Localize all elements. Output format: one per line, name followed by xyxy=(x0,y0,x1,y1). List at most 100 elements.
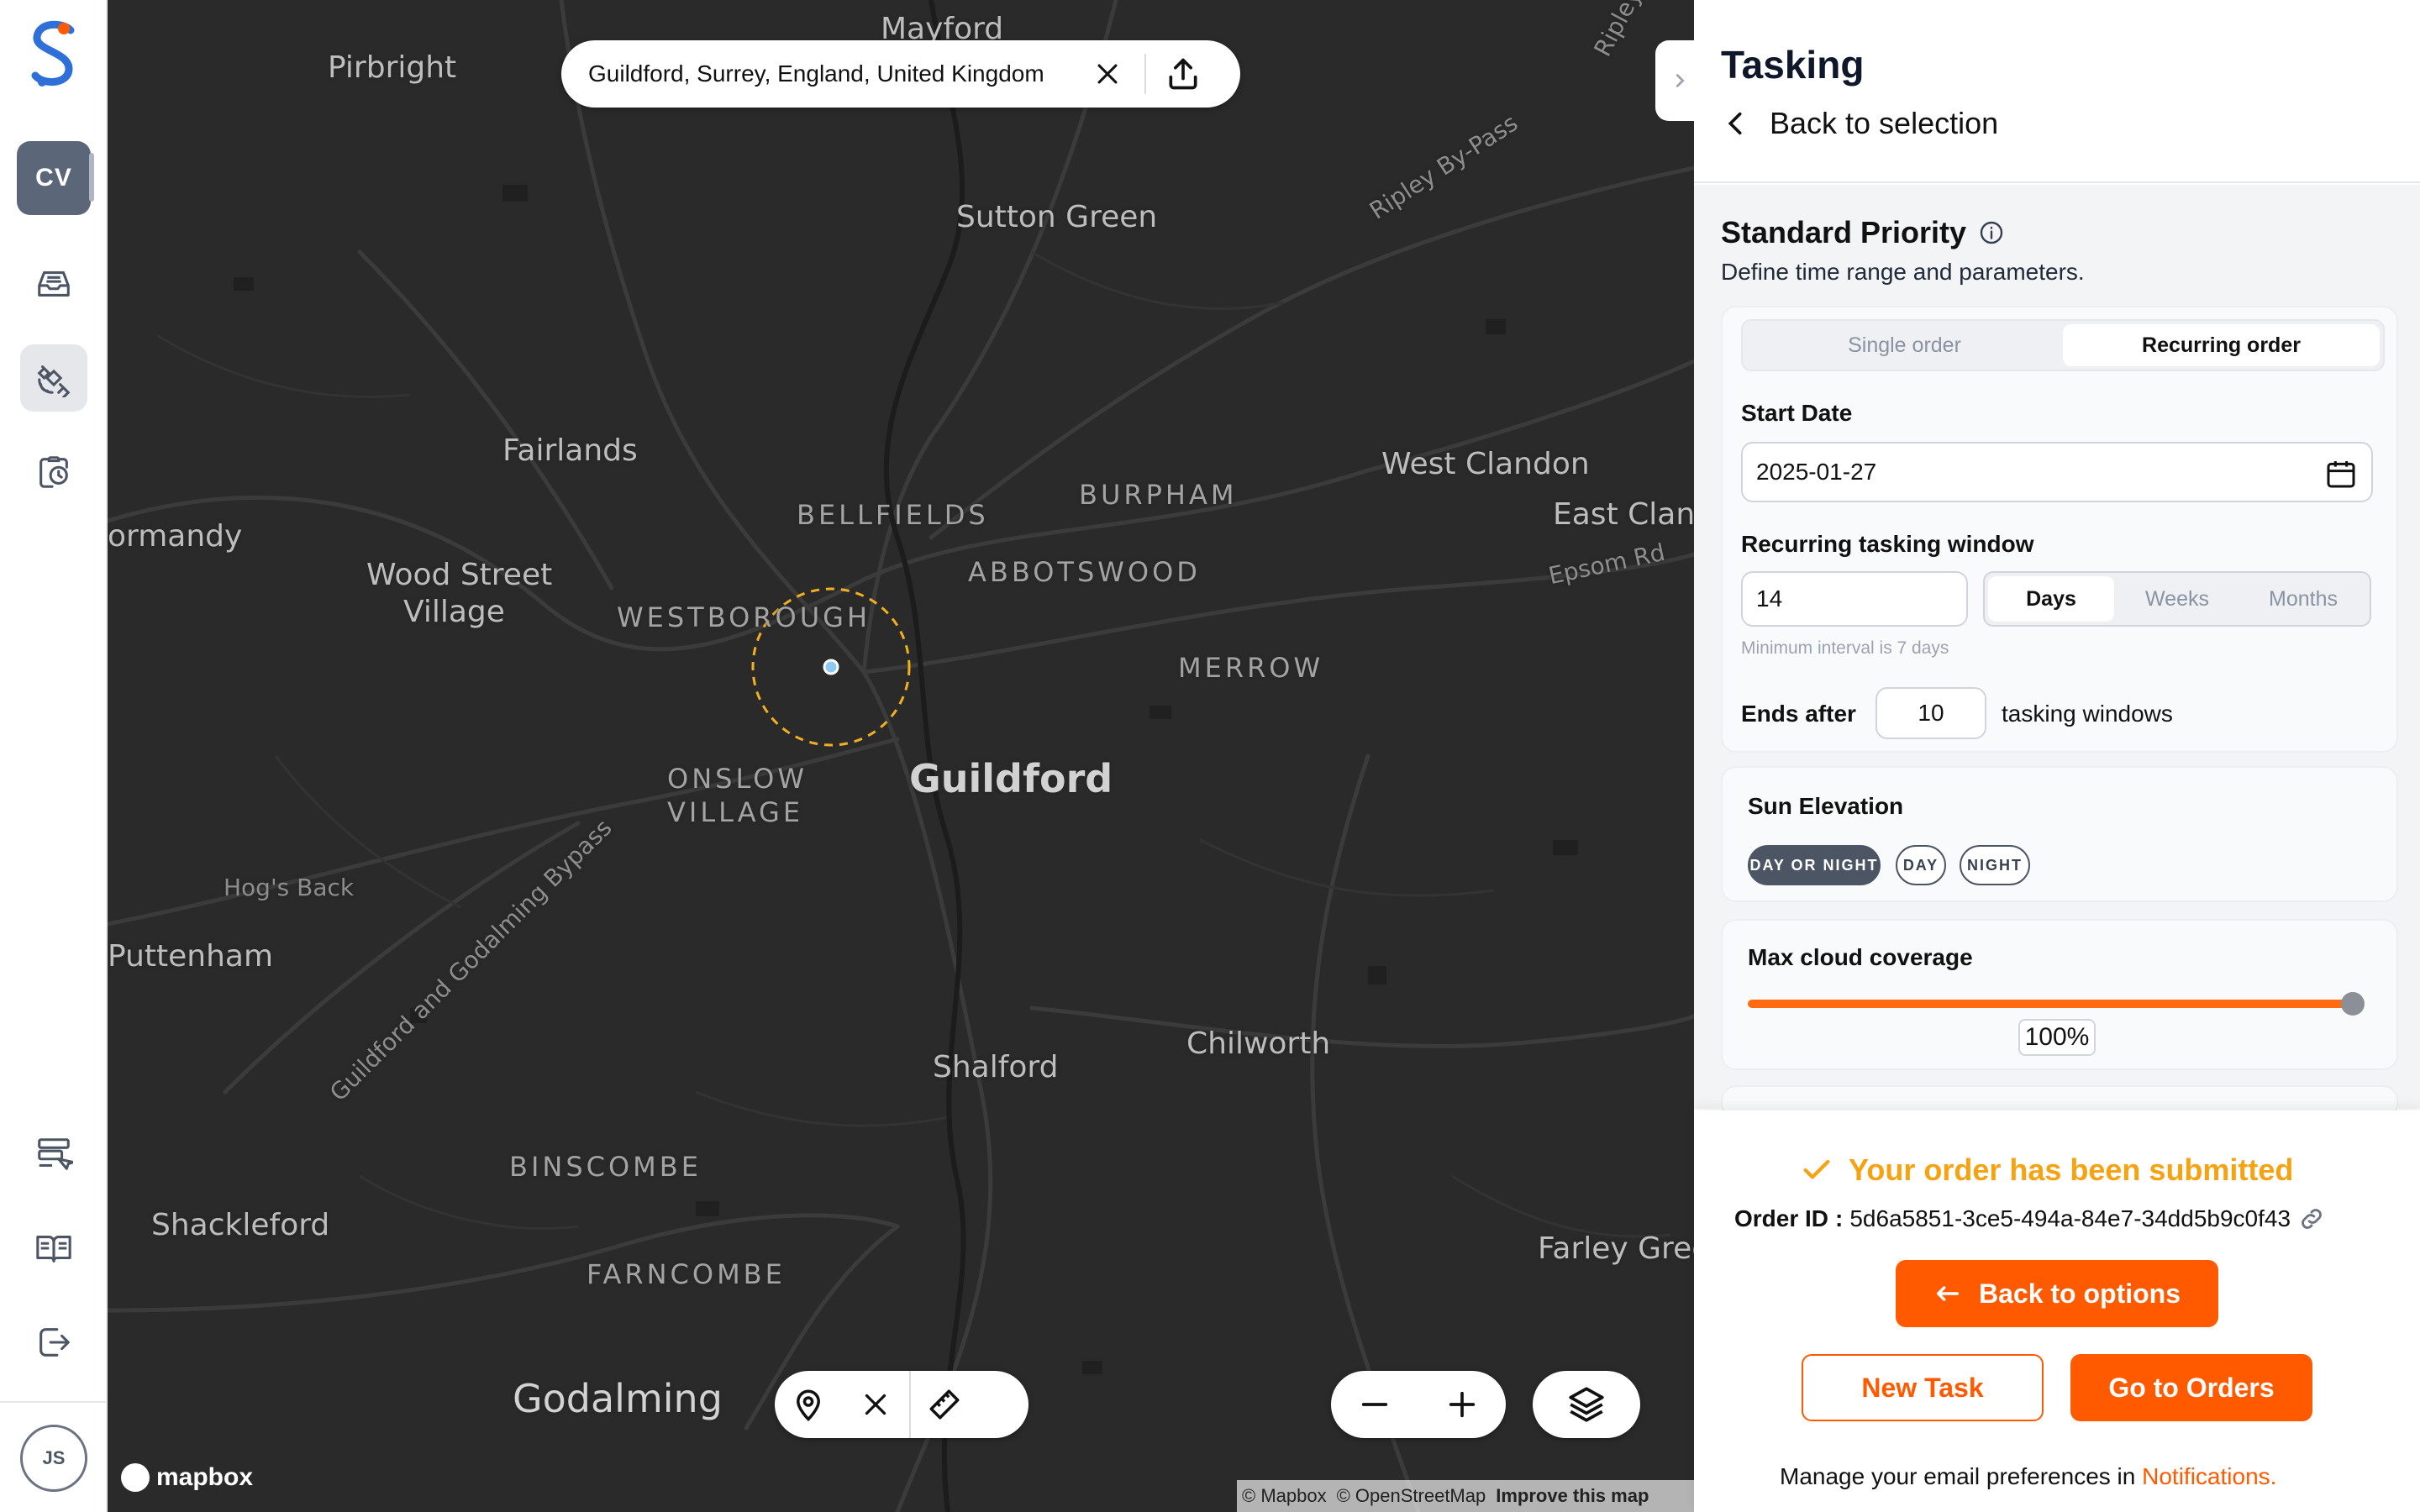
page-title: Tasking xyxy=(1721,43,1865,87)
window-value-field[interactable]: 14 xyxy=(1741,571,1968,627)
unit-months[interactable]: Months xyxy=(2240,576,2366,622)
app-logo[interactable] xyxy=(25,18,82,89)
ends-after-field[interactable]: 10 xyxy=(1876,687,1986,739)
info-icon[interactable] xyxy=(1978,219,2005,246)
location-search[interactable]: Guildford, Surrey, England, United Kingd… xyxy=(561,40,1240,108)
clipboard-clock-icon xyxy=(39,456,68,488)
zoom-in-button[interactable] xyxy=(1428,1371,1496,1438)
mapbox-logo[interactable]: mapbox xyxy=(121,1463,253,1492)
start-date-value: 2025-01-27 xyxy=(1756,459,1877,485)
place-label: Village xyxy=(403,595,505,629)
zoom-out-button[interactable] xyxy=(1341,1371,1408,1438)
close-icon xyxy=(865,1394,886,1415)
attribution-osm[interactable]: © OpenStreetMap xyxy=(1337,1485,1486,1507)
nav-catalog[interactable] xyxy=(20,1121,87,1188)
area-label: BELLFIELDS xyxy=(797,499,989,531)
place-label: West Clandon xyxy=(1381,447,1590,481)
area-label: ABBOTSWOOD xyxy=(968,556,1201,588)
minus-icon xyxy=(1361,1403,1388,1406)
book-open-icon xyxy=(36,1236,71,1263)
clear-search-button[interactable] xyxy=(1082,49,1133,99)
search-query[interactable]: Guildford, Surrey, England, United Kingd… xyxy=(588,60,1076,87)
user-initials: JS xyxy=(42,1447,66,1468)
place-label: Shackleford xyxy=(151,1208,330,1242)
sun-night-chip[interactable]: NIGHT xyxy=(1960,845,2030,885)
window-hint: Minimum interval is 7 days xyxy=(1741,638,1949,658)
upload-button[interactable] xyxy=(1158,49,1208,99)
window-value: 14 xyxy=(1756,585,1783,612)
back-to-options-button[interactable]: Back to options xyxy=(1896,1260,2218,1327)
workspace-avatar[interactable]: CV xyxy=(17,141,91,215)
search-divider xyxy=(1144,54,1146,94)
ruler-icon xyxy=(929,1389,960,1420)
recurring-order-option[interactable]: Recurring order xyxy=(2063,324,2380,366)
improve-map-link[interactable]: Improve this map xyxy=(1496,1485,1649,1507)
notifications-link[interactable]: Notifications. xyxy=(2142,1463,2276,1489)
place-label: East Cland xyxy=(1553,497,1694,532)
mapbox-wordmark: mapbox xyxy=(156,1463,254,1491)
rail-divider xyxy=(0,1401,108,1403)
back-label: Back to selection xyxy=(1770,106,1999,140)
map-roads xyxy=(108,0,1694,1512)
new-task-label: New Task xyxy=(1861,1372,1984,1403)
sun-day-or-night-chip[interactable]: DAY OR NIGHT xyxy=(1748,845,1881,885)
back-to-options-label: Back to options xyxy=(1978,1278,2181,1309)
inbox-icon xyxy=(38,271,70,297)
plus-icon xyxy=(1449,1391,1476,1418)
place-label: Shalford xyxy=(933,1050,1059,1084)
order-id-value: 5d6a5851-3ce5-494a-84e7-34dd5b9c0f43 xyxy=(1849,1205,2291,1231)
start-date-label: Start Date xyxy=(1741,400,1853,426)
unit-weeks[interactable]: Weeks xyxy=(2114,576,2240,622)
workspace-initials: CV xyxy=(35,164,72,192)
unit-days[interactable]: Days xyxy=(1988,576,2114,622)
nav-docs[interactable] xyxy=(20,1215,87,1282)
new-task-button[interactable]: New Task xyxy=(1802,1354,2044,1421)
submitted-message: Your order has been submitted xyxy=(1800,1152,2293,1188)
nav-logout[interactable] xyxy=(20,1309,87,1376)
attribution-mapbox[interactable]: © Mapbox xyxy=(1242,1485,1327,1507)
cloud-coverage-label: Max cloud coverage xyxy=(1748,944,1973,970)
panel-header: Tasking Back to selection xyxy=(1694,0,2420,183)
back-to-selection-link[interactable]: Back to selection xyxy=(1724,106,1998,141)
road-label: Hog's Back xyxy=(224,874,355,901)
map-attribution: © Mapbox © OpenStreetMap Improve this ma… xyxy=(1237,1480,1694,1512)
area-label: BURPHAM xyxy=(1079,479,1238,511)
logout-icon xyxy=(39,1328,70,1357)
order-id-line: Order ID: 5d6a5851-3ce5-494a-84e7-34dd5b… xyxy=(1734,1205,2326,1233)
cloud-coverage-slider-handle[interactable] xyxy=(2341,992,2365,1016)
area-label: FARNCOMBE xyxy=(587,1258,786,1290)
area-label: VILLAGE xyxy=(667,796,804,828)
chevron-right-icon xyxy=(1676,74,1685,87)
sun-day-chip[interactable]: DAY xyxy=(1896,845,1946,885)
start-date-field[interactable]: 2025-01-27 xyxy=(1741,442,2373,502)
user-avatar[interactable]: JS xyxy=(20,1425,87,1492)
area-label: ONSLOW xyxy=(667,763,808,795)
map-canvas[interactable]: Mayford Pirbright Ripley Sutton Green Ri… xyxy=(108,0,1694,1512)
section-title-text: Standard Priority xyxy=(1721,215,1967,249)
zoom-control xyxy=(1331,1371,1506,1438)
area-label: MERROW xyxy=(1178,652,1324,684)
place-label: Pirbright xyxy=(328,50,457,85)
clear-drawing-button[interactable] xyxy=(842,1371,909,1438)
layers-button[interactable] xyxy=(1533,1371,1640,1438)
list-cursor-icon xyxy=(38,1138,73,1170)
place-label: Sutton Green xyxy=(956,200,1158,234)
upload-icon xyxy=(1169,58,1197,90)
draw-toolbar xyxy=(775,1371,1028,1438)
nav-inbox[interactable] xyxy=(20,250,87,318)
place-point-button[interactable] xyxy=(775,1371,842,1438)
schedule-card xyxy=(1721,306,2398,753)
link-icon[interactable] xyxy=(2297,1205,2326,1233)
calendar-icon[interactable] xyxy=(2324,457,2358,491)
cloud-coverage-slider-track[interactable] xyxy=(1748,1000,2354,1008)
window-label: Recurring tasking window xyxy=(1741,531,2034,557)
measure-button[interactable] xyxy=(911,1371,978,1438)
nav-history[interactable] xyxy=(20,438,87,506)
place-label: Fairlands xyxy=(502,433,638,468)
go-to-orders-button[interactable]: Go to Orders xyxy=(2070,1354,2312,1421)
nav-tasking[interactable] xyxy=(20,344,87,412)
window-unit-toggle: Days Weeks Months xyxy=(1983,571,2371,627)
collapse-panel-button[interactable] xyxy=(1655,40,1694,121)
layers-icon xyxy=(1569,1387,1604,1422)
single-order-option[interactable]: Single order xyxy=(1746,324,2063,366)
